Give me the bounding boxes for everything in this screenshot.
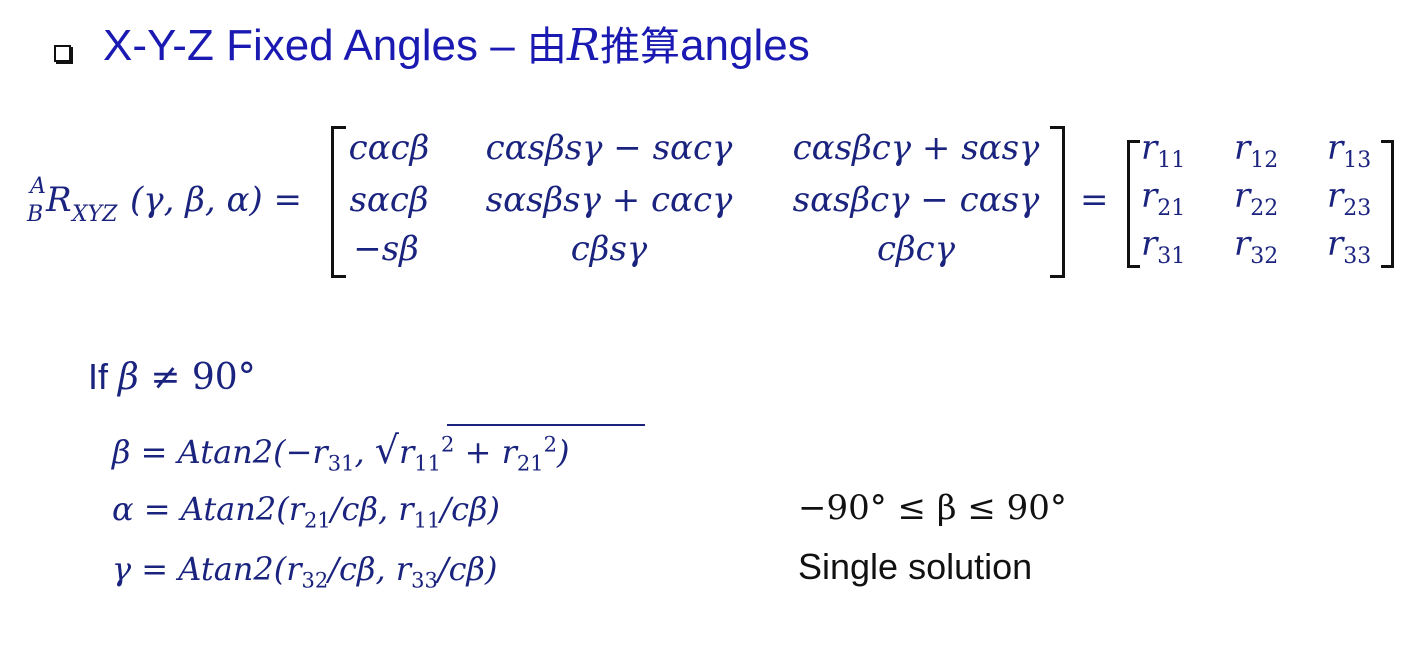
title-prefix: X-Y-Z Fixed Angles – [103,21,527,70]
r-matrix-cell: r33 [1327,224,1371,269]
matrix-cell: sαsβsγ + cαcγ [485,180,733,220]
beta-comma: , [354,433,375,471]
r-index: 13 [1343,147,1372,173]
r-matrix-cell: r11 [1141,128,1185,173]
r-matrix-cell: r31 [1141,224,1185,269]
r-symbol: r [1327,176,1344,216]
r-index: 33 [1343,243,1372,269]
beta-range-note: −90° ≤ β ≤ 90° [798,488,1067,528]
beta-sub-31: 31 [327,451,355,476]
beta-square-2: 2 [543,432,557,457]
lhs-symbol: R [46,180,72,220]
matrix-cell: cβcγ [876,229,956,269]
r-index: 21 [1157,195,1186,221]
bullet-square-icon [54,45,71,62]
lhs-subscript: XYZ [72,202,118,227]
if-word: If [88,356,119,397]
sqrt-vinculum [447,424,645,426]
r-matrix-cell: r22 [1234,176,1278,221]
r-matrix-cell: r12 [1234,128,1278,173]
lhs-superscript: A [30,174,46,199]
single-solution-note: Single solution [798,546,1033,587]
r-index: 11 [1157,147,1186,173]
r-symbol: r [1234,176,1251,216]
r-matrix-cell: r13 [1327,128,1371,173]
matrix-cell: cαcβ [348,128,430,168]
beta-sub-11: 11 [414,451,442,476]
condition-line: If β ≠ 90° [88,356,256,398]
alpha-solution: α = Atan2(r21/cβ, r11/cβ) [112,490,500,532]
beta-sub-21: 21 [516,451,544,476]
lhs-left-subscript: B [27,202,44,227]
gamma-sub-1: 32 [301,568,329,593]
r-symbol: r [1327,224,1344,264]
r-index: 32 [1250,243,1279,269]
beta-text: β = Atan2(−r [112,433,328,471]
alpha-text-a: α = Atan2(r [112,490,304,528]
beta-r11: r [399,433,415,471]
r-matrix-cell: r21 [1141,176,1185,221]
r-symbol: r [1141,128,1158,168]
r-symbol: r [1141,224,1158,264]
title-variable: R [566,20,601,71]
r-matrix-cell: r32 [1234,224,1278,269]
matrix-cell: cαsβsγ − sαcγ [485,128,733,168]
beta-solution: β = Atan2(−r31, √r112 + r212) [112,428,569,475]
matrix-right-bracket [1050,126,1065,278]
matrix-cell: −sβ [353,229,419,269]
slide-title: X-Y-Z Fixed Angles – 由R推算angles [103,20,810,73]
alpha-text-c: /cβ) [440,490,500,528]
r-index: 31 [1157,243,1186,269]
beta-plus-r21: + r [454,433,517,471]
r-matrix-cell: r23 [1327,176,1371,221]
matrix-cell: cβsγ [570,229,648,269]
r-index: 23 [1343,195,1372,221]
r-matrix-left-bracket [1127,140,1140,268]
r-symbol: r [1234,128,1251,168]
beta-symbol: β [118,357,139,398]
beta-square-1: 2 [441,432,455,457]
title-suffix: angles [680,21,810,70]
condition-rest: ≠ 90° [138,357,256,398]
matrix-cell: sαsβcγ − cαsγ [792,180,1040,220]
alpha-text-b: /cβ, r [330,490,414,528]
matrix-cell: sαcβ [349,180,429,220]
gamma-text-c: /cβ) [437,550,498,588]
gamma-sub-2: 33 [411,568,438,593]
sqrt-icon: √ [374,428,399,472]
r-symbol: r [1234,224,1251,264]
r-symbol: r [1327,128,1344,168]
alpha-sub-1: 21 [304,508,331,533]
r-index: 12 [1250,147,1279,173]
gamma-text-a: γ = Atan2(r [112,550,302,588]
r-symbol: r [1141,176,1158,216]
r-index: 22 [1250,195,1279,221]
title-cjk-2: 推算 [600,24,681,70]
gamma-text-b: /cβ, r [328,550,412,588]
r-matrix-right-bracket [1381,140,1394,268]
lhs-arguments: (γ, β, α) = [130,180,302,220]
equals-sign: = [1080,180,1109,220]
gamma-solution: γ = Atan2(r32/cβ, r33/cβ) [112,550,498,592]
alpha-sub-2: 11 [413,508,441,533]
matrix-cell: cαsβcγ + sαsγ [792,128,1040,168]
beta-close: ) [556,433,570,471]
title-cjk-1: 由 [526,24,567,70]
